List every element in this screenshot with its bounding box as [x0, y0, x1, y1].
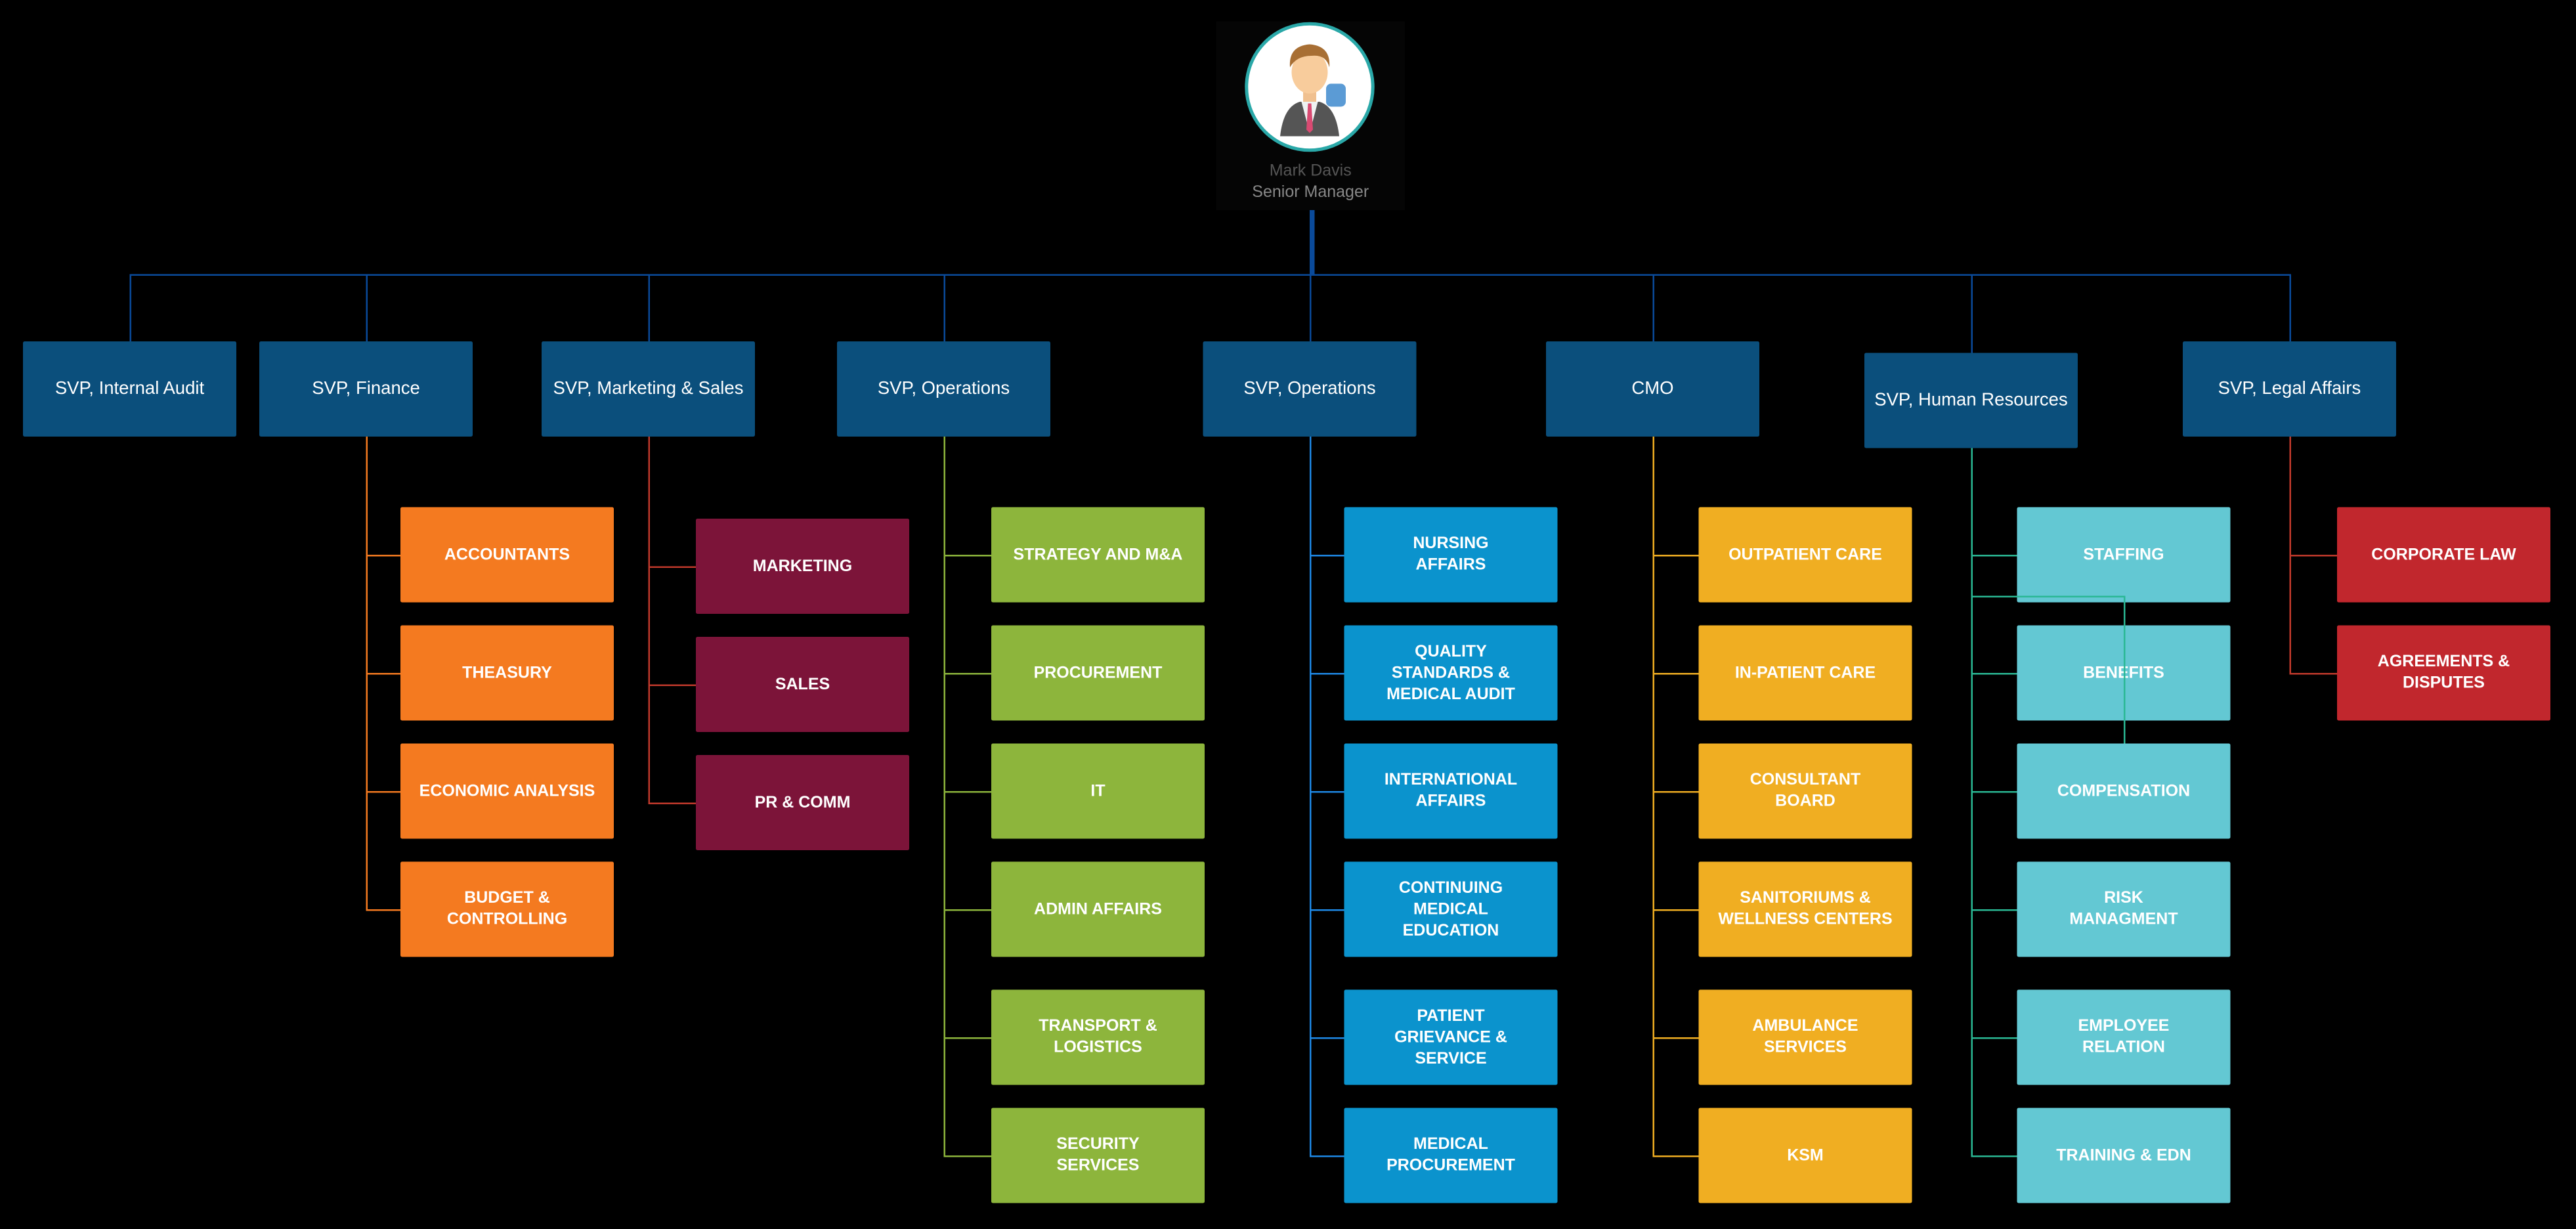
branch-connector: [648, 684, 696, 687]
branch-connector: [648, 802, 696, 805]
branch-connector: [366, 909, 400, 911]
branch-connector: [648, 566, 696, 569]
sub-department-node[interactable]: IT: [991, 743, 1205, 839]
sub-department-node[interactable]: QUALITY STANDARDS & MEDICAL AUDIT: [1344, 625, 1558, 721]
sub-department-node[interactable]: BUDGET & CONTROLLING: [400, 861, 614, 957]
manager-title: Senior Manager: [1252, 184, 1369, 202]
branch-line: [1308, 437, 1311, 1155]
sub-department-node[interactable]: INTERNATIONAL AFFAIRS: [1344, 743, 1558, 839]
branch-connector: [943, 791, 991, 793]
branch-connector: [366, 673, 400, 675]
department-node[interactable]: CMO: [1546, 341, 1759, 437]
sub-department-node[interactable]: ECONOMIC ANALYSIS: [400, 743, 614, 839]
branch-line: [647, 437, 650, 803]
branch-connector: [1652, 1037, 1699, 1039]
drop-line: [2288, 274, 2291, 341]
sub-department-node[interactable]: CONTINUING MEDICAL EDUCATION: [1344, 861, 1558, 957]
org-chart: Mark Davis Senior Manager SVP, Internal …: [0, 0, 2576, 1229]
stray-connector: [2124, 595, 2126, 744]
person-avatar-icon: [1245, 22, 1375, 152]
branch-connector: [366, 555, 400, 557]
branch-connector: [1971, 673, 2017, 675]
branch-line: [1652, 437, 1654, 1155]
sub-department-node[interactable]: CORPORATE LAW: [2337, 507, 2550, 603]
branch-connector: [1310, 1155, 1344, 1157]
department-node[interactable]: SVP, Operations: [1203, 341, 1417, 437]
org-chart-canvas: Mark Davis Senior Manager SVP, Internal …: [0, 0, 2576, 1229]
sub-department-node[interactable]: EMPLOYEE RELATION: [2017, 989, 2231, 1085]
sub-department-node[interactable]: RISK MANAGMENT: [2017, 861, 2231, 957]
sub-department-node[interactable]: ACCOUNTANTS: [400, 507, 614, 603]
sub-department-node[interactable]: SANITORIUMS & WELLNESS CENTERS: [1698, 861, 1912, 957]
department-node[interactable]: SVP, Legal Affairs: [2183, 341, 2396, 437]
branch-connector: [1971, 909, 2017, 911]
branch-connector: [1971, 1155, 2017, 1157]
department-node[interactable]: SVP, Operations: [837, 341, 1050, 437]
bus-line: [129, 274, 2291, 276]
sub-department-node[interactable]: ADMIN AFFAIRS: [991, 861, 1205, 957]
sub-department-node[interactable]: CONSULTANT BOARD: [1698, 743, 1912, 839]
branch-connector: [1310, 909, 1344, 911]
sub-department-node[interactable]: KSM: [1698, 1108, 1912, 1203]
drop-line: [1970, 274, 1973, 353]
branch-connector: [2289, 555, 2337, 557]
sub-department-node[interactable]: STRATEGY AND M&A: [991, 507, 1205, 603]
drop-line: [647, 274, 650, 341]
sub-department-node[interactable]: AMBULANCE SERVICES: [1698, 989, 1912, 1085]
drop-line: [1308, 274, 1311, 341]
branch-connector: [2289, 673, 2337, 675]
department-node[interactable]: SVP, Human Resources: [1864, 353, 2078, 448]
branch-connector: [1652, 673, 1699, 675]
manager-node[interactable]: Mark Davis Senior Manager: [1216, 21, 1405, 210]
sub-department-node[interactable]: SECURITY SERVICES: [991, 1108, 1205, 1203]
sub-department-node[interactable]: COMPENSATION: [2017, 743, 2231, 839]
drop-line: [129, 274, 131, 341]
department-node[interactable]: SVP, Marketing & Sales: [542, 341, 755, 437]
sub-department-node[interactable]: PROCUREMENT: [991, 625, 1205, 721]
sub-department-node[interactable]: PATIENT GRIEVANCE & SERVICE: [1344, 989, 1558, 1085]
branch-connector: [1652, 791, 1699, 793]
sub-department-node[interactable]: AGREEMENTS & DISPUTES: [2337, 625, 2550, 721]
drop-line: [943, 274, 945, 341]
branch-connector: [1971, 1037, 2017, 1039]
sub-department-node[interactable]: TRAINING & EDN: [2017, 1108, 2231, 1203]
sub-department-node[interactable]: SALES: [696, 637, 909, 732]
branch-connector: [943, 1155, 991, 1157]
branch-connector: [1310, 555, 1344, 557]
stray-connector: [2017, 595, 2126, 598]
sub-department-node[interactable]: THEASURY: [400, 625, 614, 721]
branch-connector: [1652, 909, 1699, 911]
sub-department-node[interactable]: NURSING AFFAIRS: [1344, 507, 1558, 603]
branch-connector: [943, 673, 991, 675]
sub-department-node[interactable]: PR & COMM: [696, 755, 909, 850]
department-node[interactable]: SVP, Internal Audit: [23, 341, 236, 437]
department-node[interactable]: SVP, Finance: [259, 341, 473, 437]
manager-name: Mark Davis: [1269, 162, 1352, 181]
drop-line: [1652, 274, 1654, 341]
sub-department-node[interactable]: IN-PATIENT CARE: [1698, 625, 1912, 721]
branch-connector: [943, 1037, 991, 1039]
sub-department-node[interactable]: OUTPATIENT CARE: [1698, 507, 1912, 603]
branch-connector: [1971, 555, 2017, 557]
branch-connector: [943, 555, 991, 557]
branch-connector: [1971, 791, 2017, 793]
branch-connector: [1652, 555, 1699, 557]
trunk-line: [1310, 210, 1314, 276]
sub-department-node[interactable]: STAFFING: [2017, 507, 2231, 603]
branch-connector: [1310, 1037, 1344, 1039]
drop-line: [365, 274, 368, 341]
branch-connector: [943, 909, 991, 911]
sub-department-node[interactable]: MARKETING: [696, 519, 909, 614]
sub-department-node[interactable]: TRANSPORT & LOGISTICS: [991, 989, 1205, 1085]
branch-line: [943, 437, 945, 1155]
branch-connector: [1310, 673, 1344, 675]
branch-connector: [1652, 1155, 1699, 1157]
branch-connector: [1310, 791, 1344, 793]
branch-connector: [366, 791, 400, 793]
sub-department-node[interactable]: MEDICAL PROCUREMENT: [1344, 1108, 1558, 1203]
